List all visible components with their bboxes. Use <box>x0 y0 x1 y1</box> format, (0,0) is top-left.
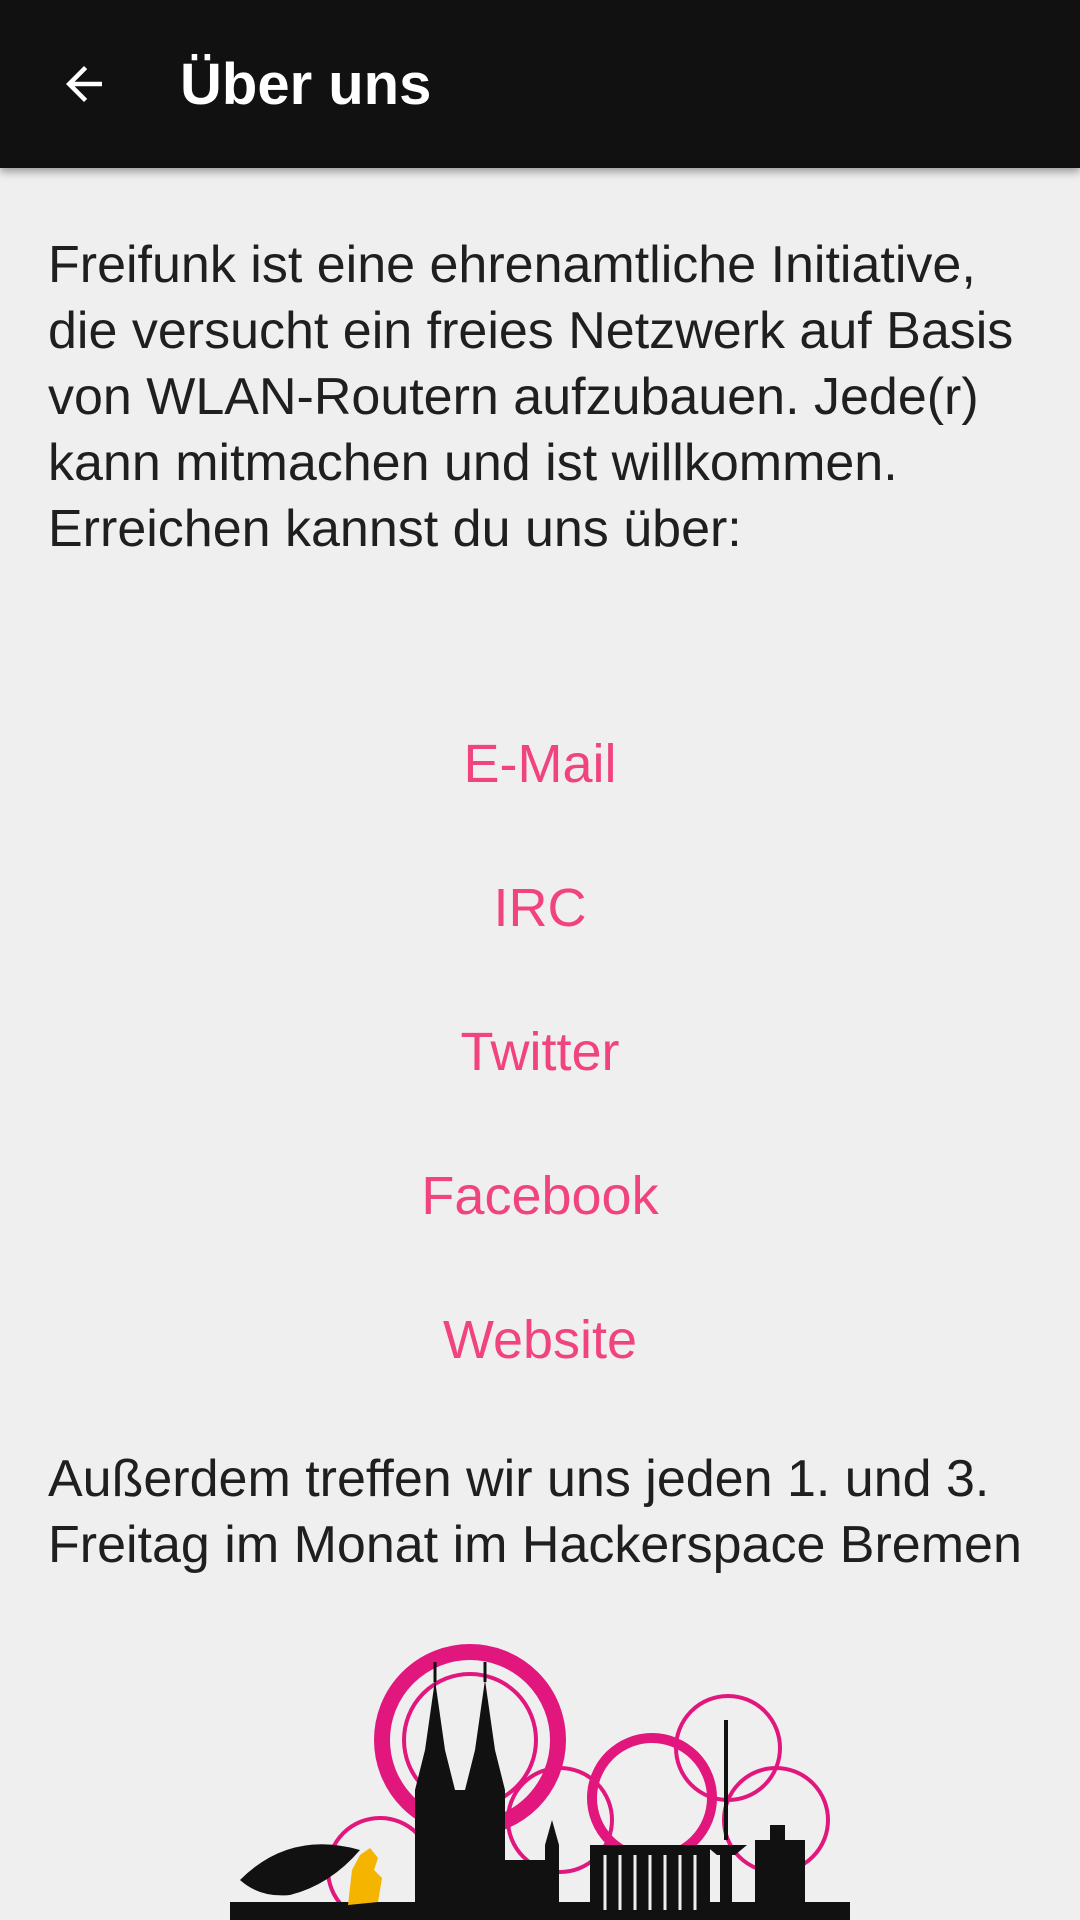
about-content: Freifunk ist eine ehrenamtliche Initiati… <box>48 232 1038 562</box>
freifunk-bremen-skyline-logo <box>230 1644 850 1920</box>
meeting-text: Außerdem treffen wir uns jeden 1. und 3.… <box>48 1450 1022 1574</box>
app-bar: Über uns <box>0 0 1080 168</box>
irc-link[interactable]: IRC <box>0 876 1080 1020</box>
email-link[interactable]: E-Mail <box>0 732 1080 876</box>
contact-links: E-Mail IRC Twitter Facebook Website <box>0 732 1080 1452</box>
website-link[interactable]: Website <box>0 1308 1080 1452</box>
arrow-back-icon <box>66 66 102 102</box>
back-button[interactable] <box>40 40 128 128</box>
page-title: Über uns <box>180 52 432 117</box>
facebook-link[interactable]: Facebook <box>0 1164 1080 1308</box>
intro-text: Freifunk ist eine ehrenamtliche Initiati… <box>48 236 1014 558</box>
twitter-link[interactable]: Twitter <box>0 1020 1080 1164</box>
